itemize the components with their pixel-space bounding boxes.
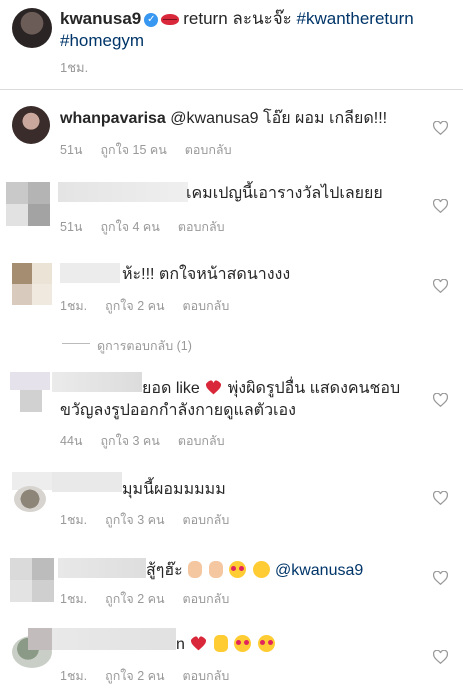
view-replies-line: [62, 343, 90, 344]
comment-meta: 44น ถูกใจ 3 คน ตอบกลับ: [60, 431, 243, 451]
comment-likes[interactable]: ถูกใจ 4 คน: [100, 220, 159, 234]
comment-time: 51น: [60, 220, 83, 234]
reply-button[interactable]: ตอบกลับ: [183, 592, 230, 606]
heart-eyes-emoji-icon: [257, 635, 275, 652]
pixelated-username: [60, 263, 120, 283]
comment-text: n: [176, 634, 276, 656]
author-avatar[interactable]: [12, 8, 52, 48]
pixel-block: [12, 284, 32, 305]
heart-eyes-emoji-icon: [234, 635, 252, 652]
clapping-hands-emoji-icon: [188, 561, 203, 578]
comment-body: เคมเปญนี้เอารางวัลไปเลยยย: [186, 185, 383, 202]
pixel-block: [32, 558, 54, 580]
like-heart-icon[interactable]: [433, 650, 448, 664]
comment-body: @kwanusa9 โอ๊ย ผอม เกลียด!!!: [170, 110, 388, 127]
author-username[interactable]: kwanusa9: [60, 9, 141, 28]
pixelated-username: [52, 372, 142, 392]
comment-likes[interactable]: ถูกใจ 2 คน: [105, 592, 164, 606]
view-replies-button[interactable]: ดูการตอบกลับ (1): [97, 336, 192, 356]
pixelated-username: [52, 472, 122, 492]
comment-body: สู้ๆฮ๊ะ: [146, 562, 183, 579]
red-heart-emoji-icon: [206, 380, 222, 395]
like-heart-icon[interactable]: [433, 571, 448, 585]
reply-button[interactable]: ตอบกลับ: [178, 434, 225, 448]
verified-badge-icon: ✓: [144, 12, 159, 27]
comment-body: ห้ะ!!! ตกใจหน้าสดนางงง: [122, 266, 291, 283]
like-heart-icon[interactable]: [433, 199, 448, 213]
caption-divider: [0, 89, 463, 90]
comment-meta: 1ชม. ถูกใจ 2 คน ตอบกลับ: [60, 589, 247, 609]
pixel-block: [28, 628, 52, 650]
comment-likes[interactable]: ถูกใจ 2 คน: [105, 299, 164, 313]
pixel-block: [32, 580, 54, 602]
reply-button[interactable]: ตอบกลับ: [183, 299, 230, 313]
comment-text: สู้ๆฮ๊ะ @kwanusa9: [146, 560, 363, 582]
hashtag-kwanthereturn[interactable]: #kwanthereturn: [297, 9, 414, 28]
comment-meta: 1ชม. ถูกใจ 3 คน ตอบกลับ: [60, 510, 247, 530]
pixel-block: [28, 182, 50, 204]
comment-likes[interactable]: ถูกใจ 3 คน: [100, 434, 159, 448]
like-heart-icon[interactable]: [433, 279, 448, 293]
comment-text: whanpavarisa @kwanusa9 โอ๊ย ผอม เกลียด!!…: [60, 108, 387, 130]
caption-time: 1ชม.: [60, 60, 89, 75]
pixel-block: [28, 204, 50, 226]
post-caption: kwanusa9 ✓ return ละนะจ๊ะ #kwanthereturn #…: [0, 0, 463, 90]
pixelated-avatar: [6, 182, 28, 204]
pixel-block: [10, 580, 32, 602]
pixelated-username: [58, 182, 188, 202]
reply-button[interactable]: ตอบกลับ: [183, 513, 230, 527]
heart-eyes-emoji-icon: [229, 561, 247, 578]
pixelated-username: [58, 558, 146, 578]
caption-text: kwanusa9 ✓ return ละนะจ๊ะ #kwanthereturn #…: [60, 8, 450, 52]
mention-link[interactable]: @kwanusa9: [275, 562, 363, 579]
like-heart-icon[interactable]: [433, 393, 448, 407]
commenter-username[interactable]: whanpavarisa: [60, 110, 166, 127]
reply-button[interactable]: ตอบกลับ: [183, 669, 230, 683]
comment-body-line2: ขวัญลงรูปออกกำลังกายดูแลตัวเอง: [60, 402, 296, 419]
comment-body: n: [176, 636, 185, 653]
pixel-block: [14, 486, 46, 512]
commenter-avatar[interactable]: [12, 106, 50, 144]
victory-hand-emoji-icon: [208, 561, 223, 578]
comment-time: 1ชม.: [60, 513, 88, 527]
like-heart-icon[interactable]: [433, 491, 448, 505]
red-heart-emoji-icon: [191, 636, 207, 651]
hashtag-homegym[interactable]: #homegym: [60, 31, 144, 50]
comment-body-part2: พุ่งผิดรูปอื่น แสดงคนชอบ: [227, 380, 401, 397]
kiss-lips-icon: [161, 14, 180, 26]
comment-time: 44น: [60, 434, 83, 448]
caption-body: return ละนะจ๊ะ: [183, 9, 292, 28]
comment-time: 51น: [60, 143, 83, 157]
comment-meta: 1ชม. ถูกใจ 2 คน ตอบกลับ: [60, 666, 247, 686]
pixelated-username: [52, 628, 176, 650]
like-heart-icon[interactable]: [433, 121, 448, 135]
hugging-face-emoji-icon: [252, 561, 270, 578]
comment-text: ยอด like พุ่งผิดรูปอื่น แสดงคนชอบ: [142, 378, 442, 400]
comment-time: 1ชม.: [60, 592, 88, 606]
thumbs-up-emoji-icon: [213, 635, 228, 652]
comment-body: มุมนี้ผอมมมมม: [122, 481, 226, 498]
comment-time: 1ชม.: [60, 669, 88, 683]
reply-button[interactable]: ตอบกลับ: [185, 143, 232, 157]
pixelated-avatar: [10, 558, 32, 580]
pixel-block: [32, 284, 52, 305]
reply-button[interactable]: ตอบกลับ: [178, 220, 225, 234]
comment-likes[interactable]: ถูกใจ 15 คน: [100, 143, 166, 157]
comment-meta: 51น ถูกใจ 15 คน ตอบกลับ: [60, 140, 250, 160]
comment-likes[interactable]: ถูกใจ 3 คน: [105, 513, 164, 527]
comment-time: 1ชม.: [60, 299, 88, 313]
comment-meta: 1ชม. ถูกใจ 2 คน ตอบกลับ: [60, 296, 247, 316]
comment-body-part1: ยอด like: [142, 380, 200, 397]
pixelated-avatar: [10, 372, 50, 390]
comment-likes[interactable]: ถูกใจ 2 คน: [105, 669, 164, 683]
comment-meta: 51น ถูกใจ 4 คน ตอบกลับ: [60, 217, 243, 237]
pixel-block: [20, 390, 42, 412]
pixelated-avatar: [12, 263, 32, 284]
pixel-block: [6, 204, 28, 226]
pixel-block: [32, 263, 52, 284]
